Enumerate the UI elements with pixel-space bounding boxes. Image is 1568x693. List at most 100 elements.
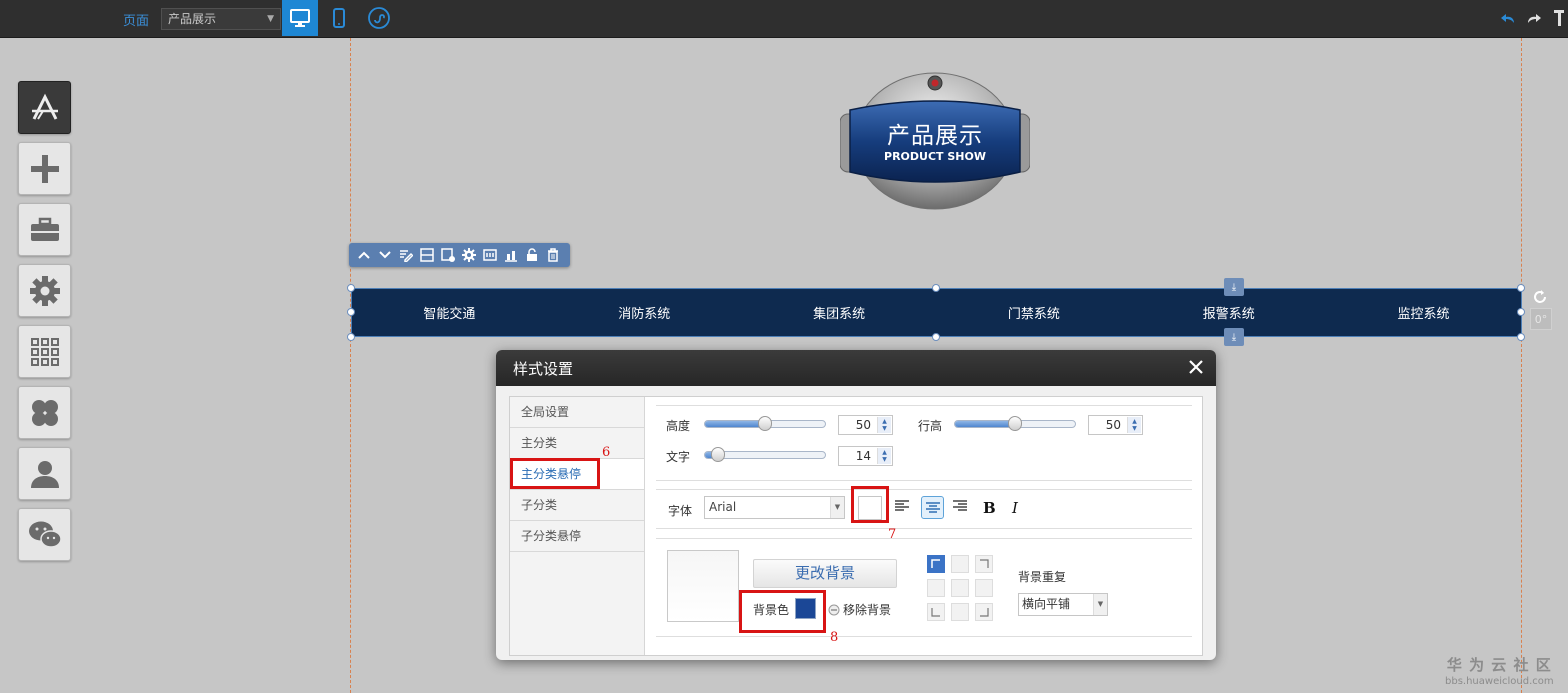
- text-size-slider[interactable]: [704, 447, 826, 462]
- height-input[interactable]: 50 ▲ ▼: [838, 415, 893, 435]
- layout-button[interactable]: [418, 246, 436, 264]
- resize-handle[interactable]: [1517, 308, 1525, 316]
- resize-handle[interactable]: [347, 308, 355, 316]
- chevron-down-icon: ▼: [830, 497, 844, 518]
- desktop-view-button[interactable]: [282, 0, 318, 36]
- position-top[interactable]: [951, 555, 969, 573]
- size-panel: 高度 50 ▲ ▼ 行高 50 ▲ ▼ 文字 14 ▲ ▼: [656, 405, 1192, 481]
- toolbox-icon: [30, 217, 59, 241]
- position-top-left[interactable]: [927, 555, 945, 573]
- toolbox-button[interactable]: [18, 203, 71, 256]
- style-settings-button[interactable]: [439, 246, 457, 264]
- position-left[interactable]: [927, 579, 945, 597]
- rotation-angle[interactable]: 0°: [1530, 308, 1552, 330]
- nav-item[interactable]: 消防系统: [547, 289, 742, 336]
- menu-item-sub-category[interactable]: 子分类: [510, 490, 644, 521]
- watermark-url: bbs.huaweicloud.com: [1445, 676, 1554, 687]
- delete-button[interactable]: [544, 246, 562, 264]
- line-height-slider[interactable]: [954, 416, 1076, 431]
- background-position-grid: [927, 555, 993, 621]
- user-button[interactable]: [18, 447, 71, 500]
- spinner-arrows-icon[interactable]: ▲ ▼: [877, 417, 891, 433]
- resize-handle[interactable]: [932, 284, 940, 292]
- arrow-down-icon: ⤓: [1231, 331, 1237, 343]
- resize-handle[interactable]: [1517, 333, 1525, 341]
- annotation-box-7: [851, 486, 889, 523]
- category-navbar[interactable]: 智能交通 消防系统 集团系统 门禁系统 报警系统 监控系统: [351, 288, 1522, 337]
- chart-button[interactable]: [502, 246, 520, 264]
- remove-icon: [828, 604, 840, 615]
- add-button[interactable]: [18, 142, 71, 195]
- position-top-right[interactable]: [975, 555, 993, 573]
- clover-icon: [31, 399, 58, 426]
- position-bottom-left[interactable]: [927, 603, 945, 621]
- background-repeat-label: 背景重复: [1018, 570, 1067, 584]
- resize-handle[interactable]: [1517, 284, 1525, 292]
- position-bottom[interactable]: [951, 603, 969, 621]
- remove-background-button[interactable]: 移除背景: [828, 601, 891, 618]
- height-drag-handle[interactable]: ⤓: [1224, 328, 1244, 346]
- move-up-button[interactable]: [355, 246, 373, 264]
- italic-button[interactable]: I: [1012, 499, 1018, 517]
- wechat-button[interactable]: [18, 508, 71, 561]
- height-label: 高度: [666, 419, 691, 433]
- left-guide-line: [350, 38, 351, 693]
- watermark-title: 华 为 云 社 区: [1446, 656, 1552, 674]
- arrow-down-icon: ⤓: [1231, 281, 1237, 293]
- grid-button[interactable]: [18, 325, 71, 378]
- position-bottom-right[interactable]: [975, 603, 993, 621]
- background-repeat-select[interactable]: 横向平铺 ▼: [1018, 593, 1108, 616]
- page-label: 页面: [123, 14, 150, 29]
- settings-button[interactable]: [460, 246, 478, 264]
- product-show-logo: 产品展示 PRODUCT SHOW: [840, 72, 1030, 210]
- spinner-arrows-icon[interactable]: ▲ ▼: [1127, 417, 1141, 433]
- move-down-button[interactable]: [376, 246, 394, 264]
- change-background-button[interactable]: 更改背景: [753, 559, 897, 588]
- app-store-button[interactable]: [18, 81, 71, 134]
- gear-icon: [29, 275, 60, 306]
- top-bar: 页面 产品展示 ▼: [0, 0, 1568, 38]
- resize-handle[interactable]: [347, 333, 355, 341]
- spinner-arrows-icon[interactable]: ▲ ▼: [877, 448, 891, 464]
- slider-knob[interactable]: [758, 416, 772, 431]
- align-center-button[interactable]: [921, 496, 944, 519]
- mobile-view-button[interactable]: [321, 0, 357, 36]
- resize-handle[interactable]: [347, 284, 355, 292]
- redo-button[interactable]: [1523, 0, 1545, 36]
- page-select[interactable]: 产品展示 ▼: [161, 8, 281, 30]
- mini-program-view-button[interactable]: [361, 0, 397, 36]
- line-height-input[interactable]: 50 ▲ ▼: [1088, 415, 1143, 435]
- nav-item[interactable]: 集团系统: [742, 289, 937, 336]
- menu-item-main-category[interactable]: 主分类: [510, 428, 644, 459]
- position-center[interactable]: [951, 579, 969, 597]
- resize-handle[interactable]: [932, 333, 940, 341]
- rotate-button[interactable]: [1532, 289, 1548, 305]
- nav-item[interactable]: 门禁系统: [936, 289, 1131, 336]
- trash-icon: [548, 248, 558, 262]
- text-size-input[interactable]: 14 ▲ ▼: [838, 446, 893, 466]
- settings-button[interactable]: [18, 264, 71, 317]
- edit-button[interactable]: [397, 246, 415, 264]
- slider-knob[interactable]: [1008, 416, 1022, 431]
- align-left-button[interactable]: [894, 499, 912, 517]
- close-button[interactable]: [1188, 359, 1204, 375]
- app-store-icon: [31, 93, 58, 120]
- position-right[interactable]: [975, 579, 993, 597]
- grid-icon: [30, 337, 59, 366]
- align-right-button[interactable]: [952, 499, 970, 517]
- height-slider[interactable]: [704, 416, 826, 431]
- modules-button[interactable]: [18, 386, 71, 439]
- nav-item[interactable]: 智能交通: [352, 289, 547, 336]
- nav-item[interactable]: 监控系统: [1326, 289, 1521, 336]
- menu-item-sub-category-hover[interactable]: 子分类悬停: [510, 521, 644, 552]
- image-button[interactable]: [481, 246, 499, 264]
- undo-button[interactable]: [1497, 0, 1519, 36]
- bold-button[interactable]: B: [983, 499, 996, 517]
- style-menu: 全局设置 主分类 主分类悬停 子分类 子分类悬停: [510, 397, 645, 655]
- height-drag-handle[interactable]: ⤓: [1224, 278, 1244, 296]
- font-select[interactable]: Arial ▼: [704, 496, 845, 519]
- menu-item-global[interactable]: 全局设置: [510, 397, 644, 428]
- unlock-button[interactable]: [523, 246, 541, 264]
- slider-knob[interactable]: [711, 447, 725, 462]
- pin-button[interactable]: [1550, 0, 1568, 36]
